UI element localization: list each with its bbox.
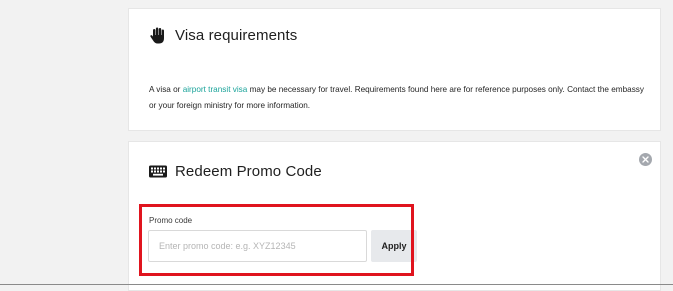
visa-requirements-card: Visa requirements A visa or airport tran… bbox=[128, 8, 661, 131]
keyboard-icon bbox=[149, 162, 167, 180]
page-bottom-divider bbox=[0, 284, 673, 285]
visa-text-before-link: A visa or bbox=[149, 85, 183, 94]
promo-header: Redeem Promo Code bbox=[149, 162, 322, 180]
airport-transit-visa-link[interactable]: airport transit visa bbox=[183, 85, 248, 94]
promo-code-input[interactable] bbox=[148, 230, 367, 262]
promo-code-card: Redeem Promo Code Promo code Apply bbox=[128, 141, 661, 291]
visa-description: A visa or airport transit visa may be ne… bbox=[149, 82, 644, 114]
visa-title: Visa requirements bbox=[175, 26, 298, 44]
visa-header: Visa requirements bbox=[149, 26, 297, 44]
hand-stop-icon bbox=[149, 26, 167, 44]
promo-title: Redeem Promo Code bbox=[175, 162, 322, 180]
close-circle-icon[interactable] bbox=[639, 153, 652, 166]
promo-code-label: Promo code bbox=[149, 216, 193, 225]
apply-button[interactable]: Apply bbox=[371, 230, 417, 262]
